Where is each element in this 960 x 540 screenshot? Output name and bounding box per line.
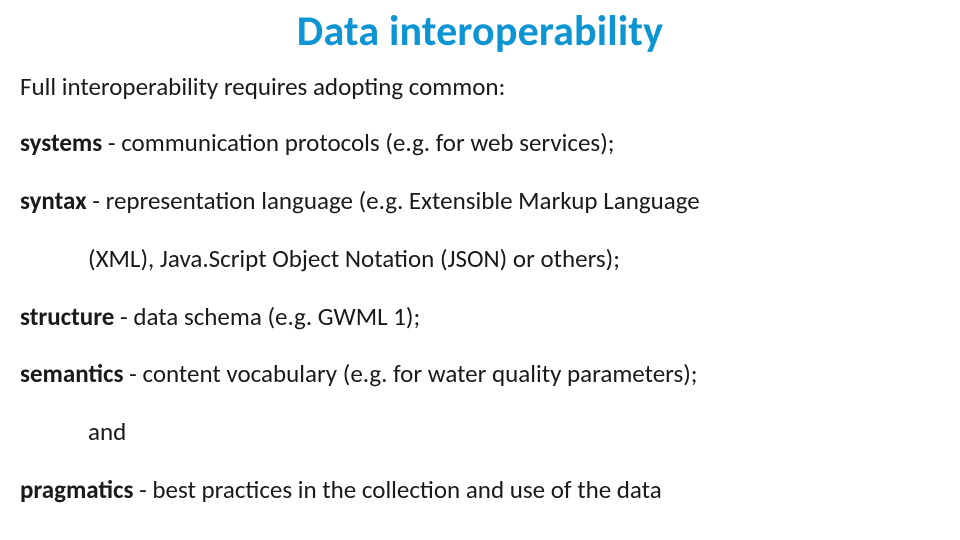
item-structure: structure - data schema (e.g. GWML 1); bbox=[20, 300, 940, 334]
item-syntax-rest: - representation language (e.g. Extensib… bbox=[87, 185, 700, 216]
item-syntax: syntax - representation language (e.g. E… bbox=[20, 184, 940, 218]
item-systems: systems - communication protocols (e.g. … bbox=[20, 126, 940, 160]
item-structure-rest: - data schema (e.g. GWML 1); bbox=[114, 301, 420, 332]
slide: Data interoperability Full interoperabil… bbox=[0, 0, 960, 540]
item-semantics: semantics - content vocabulary (e.g. for… bbox=[20, 357, 940, 391]
slide-title: Data interoperability bbox=[20, 6, 940, 57]
item-semantics-cont: and bbox=[20, 415, 940, 449]
item-pragmatics-term: pragmatics bbox=[20, 474, 133, 505]
item-pragmatics: pragmatics - best practices in the colle… bbox=[20, 473, 940, 507]
item-syntax-cont: (XML), Java.Script Object Notation (JSON… bbox=[20, 242, 940, 276]
item-semantics-rest: - content vocabulary (e.g. for water qua… bbox=[124, 358, 698, 389]
item-systems-term: systems bbox=[20, 127, 102, 158]
item-pragmatics-rest: - best practices in the collection and u… bbox=[133, 474, 661, 505]
item-syntax-term: syntax bbox=[20, 185, 87, 216]
item-systems-rest: - communication protocols (e.g. for web … bbox=[102, 127, 614, 158]
intro-text: Full interoperability requires adopting … bbox=[20, 71, 940, 102]
item-structure-term: structure bbox=[20, 301, 114, 332]
item-semantics-term: semantics bbox=[20, 358, 124, 389]
